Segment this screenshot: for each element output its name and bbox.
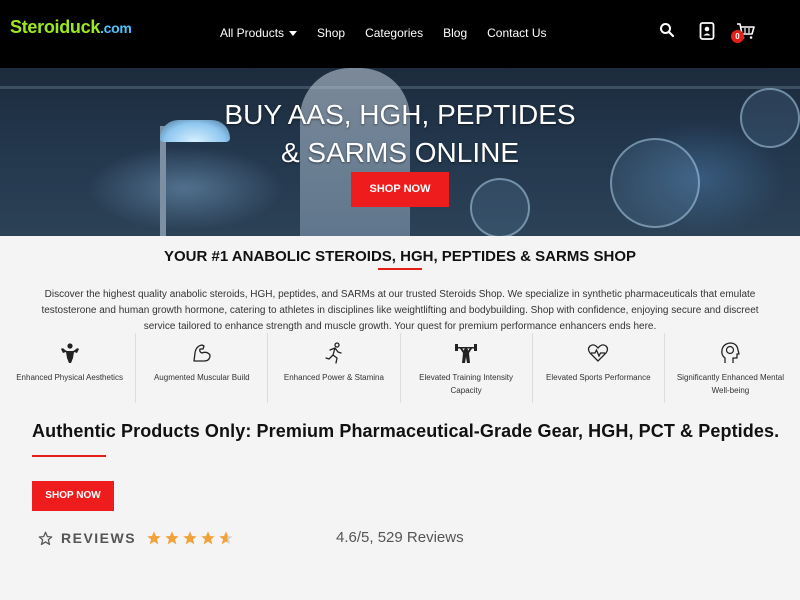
feature-label: Augmented Muscular Build — [153, 373, 250, 382]
nav-label: Categories — [365, 26, 424, 40]
star-rating — [146, 530, 234, 546]
nav-label: Contact Us — [487, 26, 547, 40]
feature-item: Significantly Enhanced Mental Well-being — [665, 333, 796, 403]
feature-item: Augmented Muscular Build — [136, 333, 269, 403]
nav-categories[interactable]: Categories — [365, 26, 423, 40]
nav-label: Shop — [317, 26, 346, 40]
cart-count-badge: 0 — [731, 30, 744, 43]
weightlifter-icon — [455, 344, 478, 363]
features-row: Enhanced Physical Aesthetics Augmented M… — [4, 333, 796, 403]
nav-contact-us[interactable]: Contact Us — [487, 26, 546, 40]
feature-label: Enhanced Physical Aesthetics — [16, 373, 123, 382]
feature-label: Enhanced Power & Stamina — [283, 373, 384, 382]
chevron-down-icon — [289, 30, 298, 36]
hero-title: BUY AAS, HGH, PEPTIDES & SARMS ONLINE — [0, 96, 800, 172]
logo-text: Steroiduck — [10, 17, 101, 37]
feature-item: Elevated Sports Performance — [533, 333, 665, 403]
intro-text: Discover the highest quality anabolic st… — [41, 289, 759, 332]
rating-text: 4.6/5, 529 Reviews — [336, 529, 464, 546]
title-underline — [32, 455, 106, 457]
feature-label: Elevated Sports Performance — [546, 373, 651, 382]
runner-icon — [325, 342, 342, 364]
feature-label: Elevated Training Intensity Capacity — [419, 373, 514, 395]
heart-pulse-icon — [588, 344, 609, 362]
bodybuilder-icon — [60, 343, 79, 363]
hero-title-line2: & SARMS ONLINE — [280, 137, 520, 168]
feature-item: Enhanced Power & Stamina — [268, 333, 401, 403]
search-icon[interactable] — [659, 22, 675, 43]
star-icon — [165, 531, 179, 545]
authentic-title: Authentic Products Only: Premium Pharmac… — [32, 421, 780, 441]
nav-label: All Products — [220, 26, 285, 40]
hero-title-line1: BUY AAS, HGH, PEPTIDES — [224, 99, 576, 130]
reviews-label: REVIEWS — [61, 530, 137, 546]
nav-shop[interactable]: Shop — [317, 26, 345, 40]
flexed-arm-icon — [193, 344, 211, 362]
site-logo[interactable]: Steroiduck.com — [10, 17, 132, 38]
nav-all-products[interactable]: All Products — [220, 26, 298, 40]
hero-shop-now-button[interactable]: SHOP NOW — [351, 172, 449, 207]
intro-title: YOUR #1 ANABOLIC STEROIDS, HGH, PEPTIDES… — [163, 248, 636, 265]
feature-label: Significantly Enhanced Mental Well-being — [676, 373, 785, 395]
star-icon — [201, 531, 215, 545]
star-icon — [183, 531, 197, 545]
hero-banner: BUY AAS, HGH, PEPTIDES & SARMS ONLINE SH… — [0, 68, 800, 236]
feature-item: Elevated Training Intensity Capacity — [401, 333, 533, 403]
nav-label: Blog — [443, 26, 468, 40]
site-header: Steroiduck.com All Products Shop Categor… — [0, 0, 800, 68]
main-nav: All Products Shop Categories Blog Contac… — [220, 26, 566, 40]
star-icon — [147, 531, 161, 545]
brain-head-icon — [721, 342, 741, 363]
nav-blog[interactable]: Blog — [443, 26, 467, 40]
feature-item: Enhanced Physical Aesthetics — [4, 333, 137, 403]
reviews-summary: REVIEWS — [38, 528, 234, 548]
star-outline-icon — [38, 531, 53, 545]
shop-now-button[interactable]: SHOP NOW — [32, 481, 114, 511]
star-icon — [219, 531, 233, 545]
title-underline — [378, 268, 422, 270]
logo-tld: .com — [100, 20, 132, 36]
account-icon[interactable] — [699, 22, 715, 45]
hero-flask — [470, 178, 530, 236]
